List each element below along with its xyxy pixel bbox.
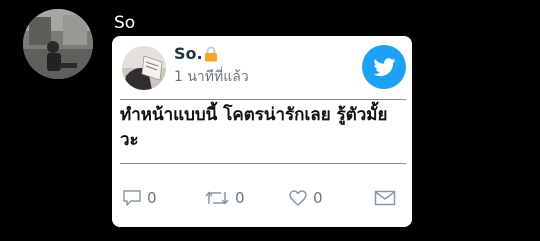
sender-avatar-photo: [23, 9, 93, 79]
reply-icon: [123, 190, 141, 206]
like-count: 0: [313, 189, 323, 207]
retweet-button[interactable]: 0: [204, 188, 245, 208]
tweet-text: ทำหน้าแบบนี้ โคตรน่ารักเลย รู้ตัวมั้ยวะ: [120, 105, 388, 150]
retweet-icon: [205, 191, 229, 205]
retweet-count: 0: [235, 189, 245, 207]
tweet-author-avatar-photo: [122, 46, 166, 90]
tweet-timestamp: 1 นาทีที่แล้ว: [174, 69, 249, 85]
twitter-logo-button[interactable]: [362, 45, 406, 89]
tweet-author-avatar[interactable]: [122, 46, 166, 90]
chat-message: So So. 1 นาทีที่แล้ว ทำหน้าแบบนี้ โคตรน่…: [0, 0, 540, 241]
tweet-author-name[interactable]: So.: [174, 43, 203, 65]
like-button[interactable]: 0: [288, 188, 323, 208]
share-mail-button[interactable]: [374, 188, 396, 208]
sender-name: So: [114, 13, 136, 33]
twitter-bird-icon: [373, 58, 396, 77]
reply-button[interactable]: 0: [122, 188, 157, 208]
mail-icon: [374, 190, 396, 206]
card-divider-top: [120, 99, 406, 100]
sender-avatar[interactable]: [23, 9, 93, 79]
card-divider-bottom: [120, 163, 406, 164]
heart-icon: [289, 190, 307, 206]
tweet-card[interactable]: So. 1 นาทีที่แล้ว ทำหน้าแบบนี้ โคตรน่ารั…: [112, 36, 412, 227]
lock-icon: [204, 46, 218, 62]
reply-count: 0: [147, 189, 157, 207]
